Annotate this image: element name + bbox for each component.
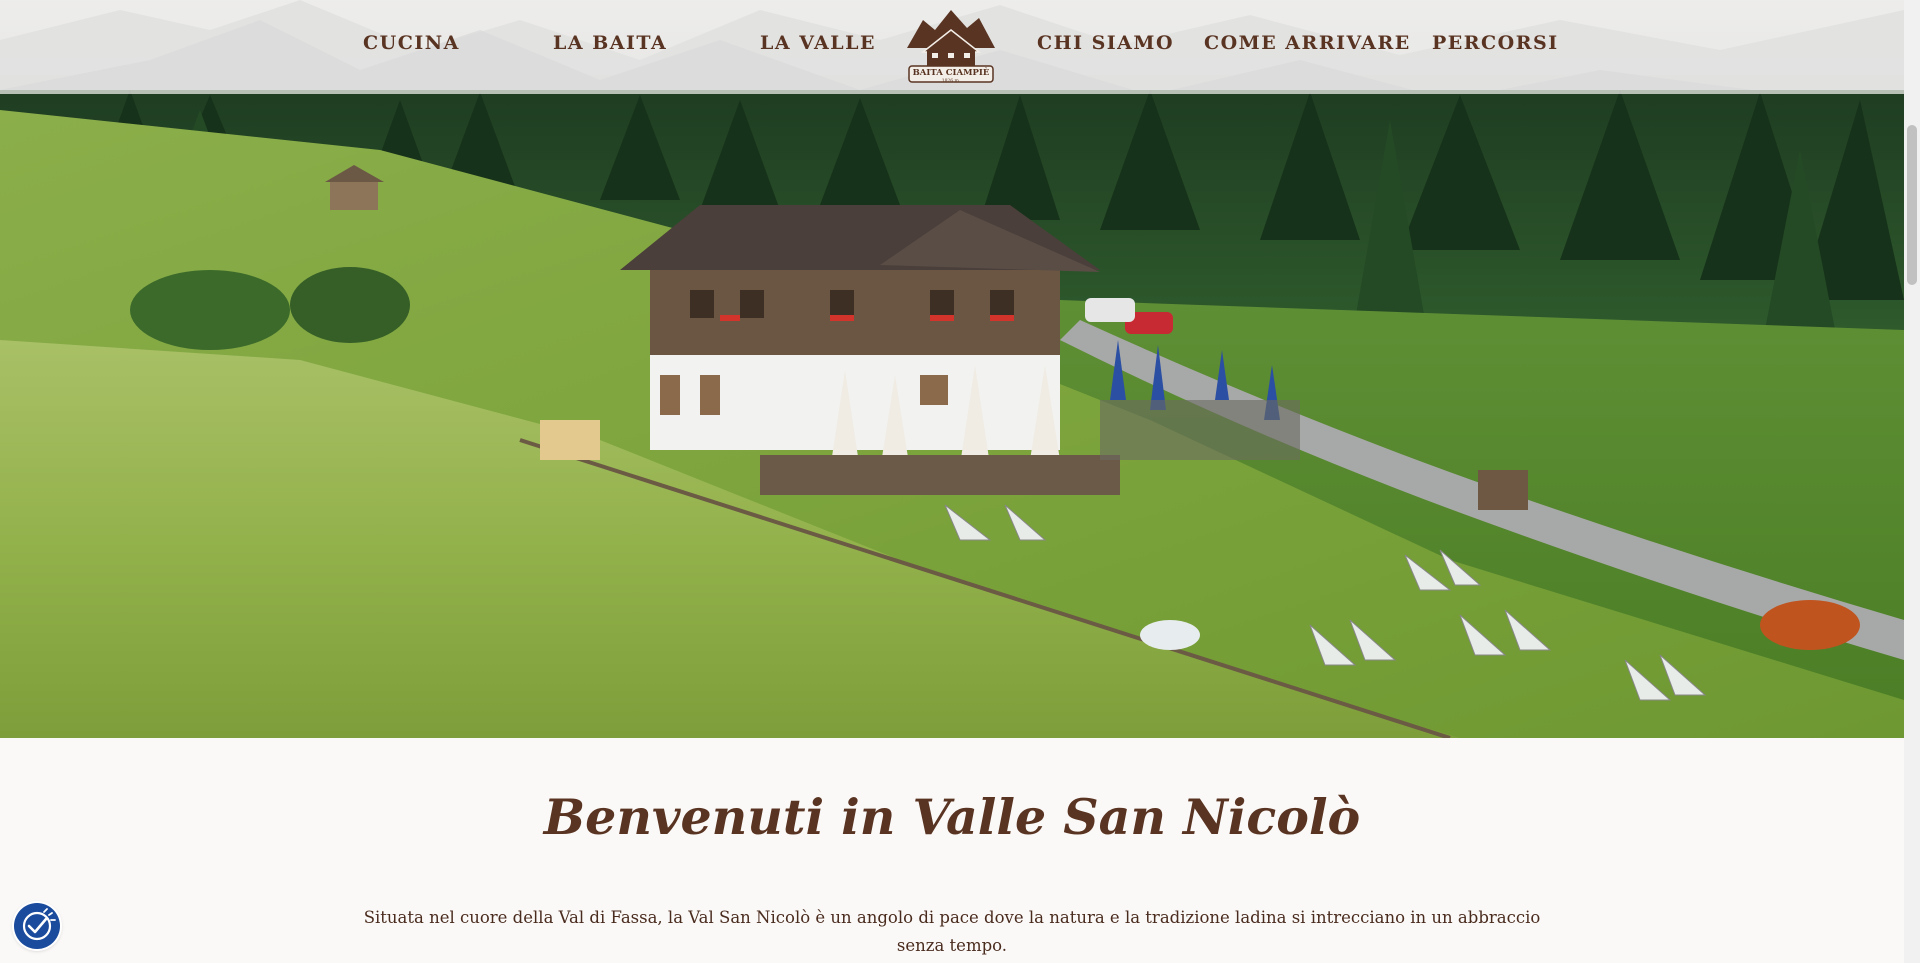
accessibility-icon — [22, 908, 56, 941]
nav-cucina[interactable]: CUCINA — [363, 32, 460, 54]
welcome-title: Benvenuti in Valle San Nicolò — [543, 788, 1361, 846]
logo-text: BAITA CIAMPIÈ — [913, 66, 990, 78]
hero-image — [0, 0, 1904, 738]
accessibility-button[interactable] — [14, 903, 60, 949]
scrollbar-thumb[interactable] — [1907, 125, 1917, 285]
baita-logo-icon: BAITA CIAMPIÈ 1826 m. — [907, 10, 995, 84]
page-scrollbar[interactable] — [1904, 0, 1920, 963]
nav-percorsi[interactable]: PERCORSI — [1432, 32, 1559, 54]
welcome-intro: Situata nel cuore della Val di Fassa, la… — [363, 908, 1541, 955]
site-logo[interactable]: BAITA CIAMPIÈ 1826 m. — [905, 8, 997, 86]
logo-altitude: 1826 m. — [942, 78, 961, 84]
nav-la-valle[interactable]: LA VALLE — [760, 32, 876, 54]
hut-illustration — [620, 205, 1100, 450]
hero-photo — [0, 0, 1904, 738]
nav-la-baita[interactable]: LA BAITA — [553, 32, 667, 54]
nav-come-arrivare[interactable]: COME ARRIVARE — [1204, 32, 1411, 54]
welcome-section: Benvenuti in Valle San Nicolò Situata ne… — [0, 738, 1904, 963]
nav-chi-siamo[interactable]: CHI SIAMO — [1037, 32, 1174, 54]
main-navbar: CUCINA LA BAITA LA VALLE BAITA CIAMPIÈ 1… — [0, 0, 1904, 94]
